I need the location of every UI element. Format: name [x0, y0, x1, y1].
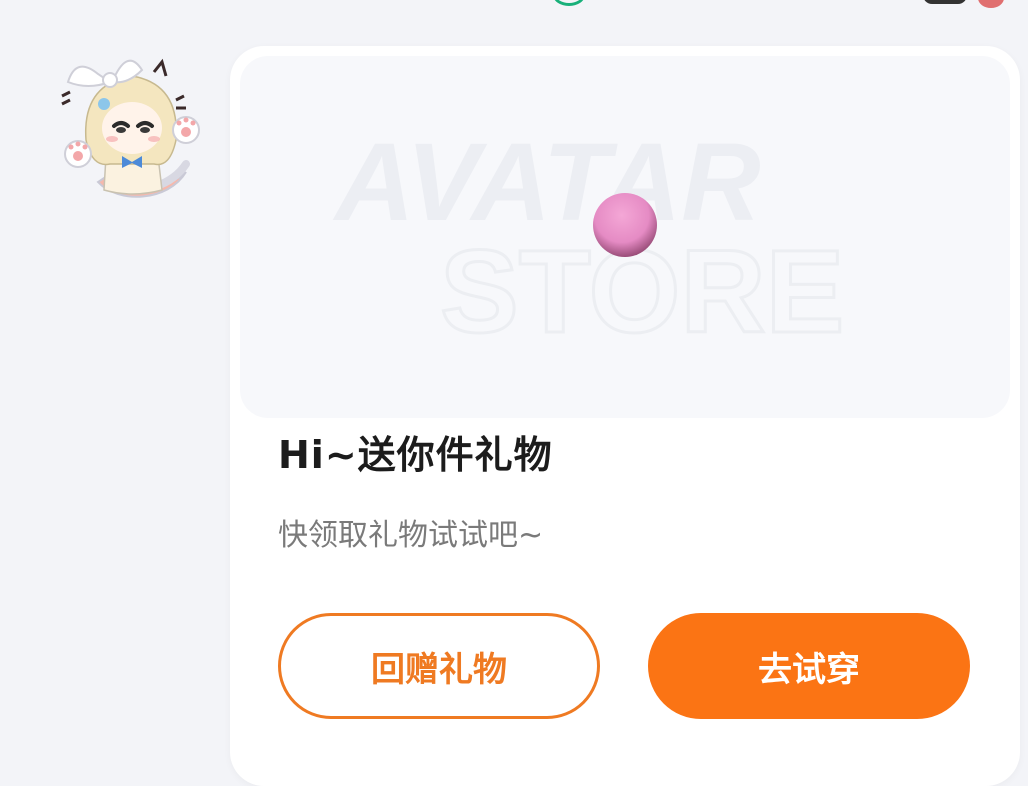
try-on-button[interactable]: 去试穿 — [648, 613, 970, 719]
loading-ball-icon — [593, 193, 657, 257]
sender-avatar[interactable] — [58, 44, 208, 204]
gift-card: AVATAR STORE Hi~送你件礼物 快领取礼物试试吧~ 回赠礼物 去试穿 — [230, 46, 1020, 786]
return-gift-button[interactable]: 回赠礼物 — [278, 613, 600, 719]
dark-pill-icon — [923, 0, 967, 4]
avatar-store-banner: AVATAR STORE — [240, 56, 1010, 418]
green-circle-icon — [553, 0, 585, 6]
card-subtitle: 快领取礼物试试吧~ — [278, 518, 544, 553]
anime-avatar-icon — [61, 58, 200, 198]
red-dot-icon — [978, 0, 1004, 8]
card-title: Hi~送你件礼物 — [278, 433, 553, 477]
top-status-bar — [0, 0, 1028, 10]
